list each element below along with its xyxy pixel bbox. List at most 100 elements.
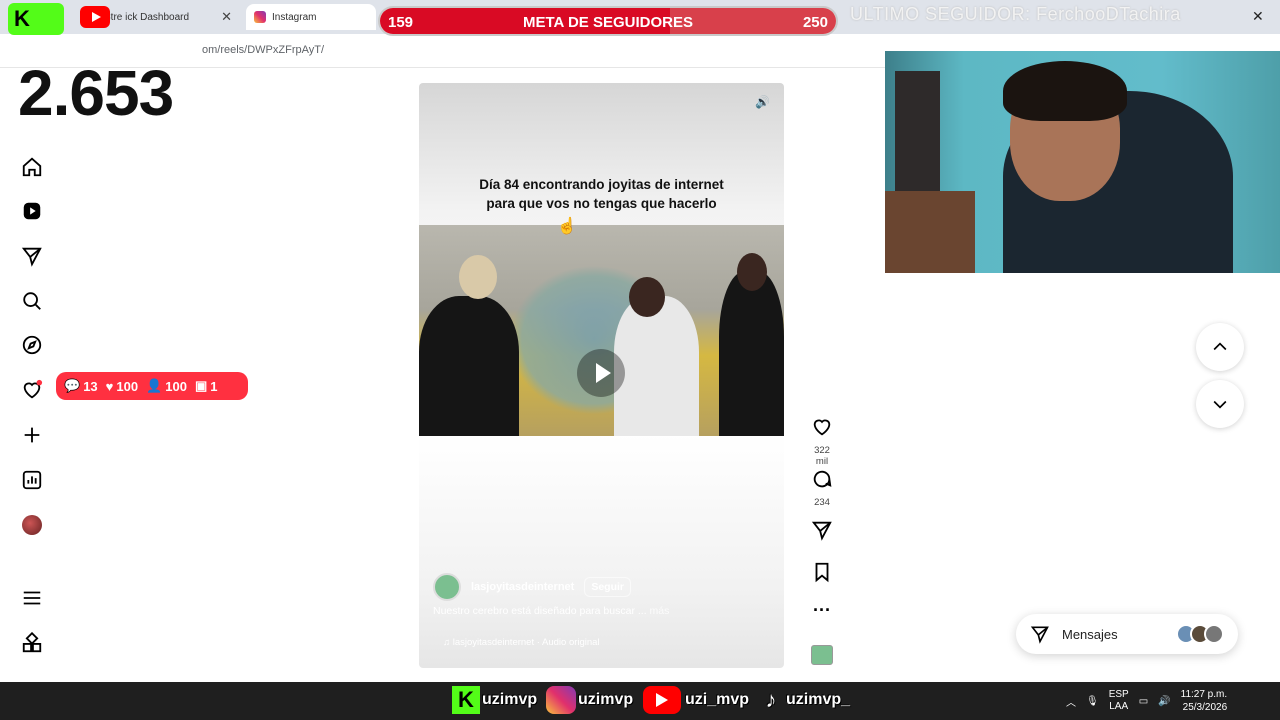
description-text: Nuestro cerebro está diseñado para busca…	[433, 605, 647, 617]
audio-thumbnail-image	[811, 645, 833, 665]
audio-thumbnail[interactable]	[808, 645, 836, 665]
reel-account: lasjoyitasdeinternet Seguir	[433, 573, 632, 601]
youtube-taskbar-icon[interactable]	[643, 686, 681, 714]
kick-username: uzimvp	[482, 691, 538, 708]
reels-icon[interactable]	[20, 199, 44, 223]
reel-caption: Día 84 encontrando joyitas de internet p…	[419, 175, 784, 213]
follow-count-value: 100	[165, 378, 187, 394]
follower-counter: 2.653	[18, 57, 174, 129]
save-button[interactable]	[808, 561, 836, 588]
window-close-icon[interactable]: ✕	[1252, 8, 1264, 25]
tiktok-username: uzimvp_	[786, 691, 851, 708]
person-left	[419, 296, 519, 436]
lang-code: ESP	[1108, 689, 1129, 700]
explore-icon[interactable]	[20, 333, 44, 357]
chevron-down-icon	[1213, 400, 1227, 409]
request-count-value: 1	[210, 378, 218, 394]
tiktok-taskbar-icon[interactable]: ♪	[758, 686, 784, 714]
kick-logo-icon: K	[8, 3, 64, 35]
lang-layout: LAA	[1109, 701, 1129, 712]
url-text[interactable]: om/reels/DWPxZFrpAyT/	[202, 44, 324, 56]
tab-dashboard-label: Stre ick Dashboard	[104, 11, 190, 23]
comment-button[interactable]: 234	[808, 468, 836, 508]
webcam-streamer-hair	[1003, 61, 1127, 121]
avatar	[22, 515, 42, 535]
like-count: ♥ 100	[105, 378, 139, 394]
comment-count-label: 234	[814, 497, 830, 508]
notification-popup[interactable]: 💬 13 ♥ 100 👤 100 ▣ 1	[56, 372, 248, 400]
caption-line-2: para que vos no tengas que hacerlo	[486, 196, 717, 211]
share-button[interactable]	[808, 519, 836, 546]
next-reel-button[interactable]	[1196, 380, 1244, 428]
reel-player[interactable]: 🔊 Día 84 encontrando joyitas de internet…	[419, 83, 784, 668]
home-icon[interactable]	[20, 155, 44, 179]
comment-count: 💬 13	[64, 378, 98, 394]
youtube-username: uzi_mvp	[685, 691, 750, 708]
chevron-up-icon[interactable]: ︿	[1066, 694, 1076, 709]
mouse-cursor-icon: ☝	[557, 218, 577, 235]
profile-avatar[interactable]	[20, 513, 44, 537]
create-icon[interactable]	[20, 423, 44, 447]
comment-icon	[813, 470, 832, 488]
network-icon[interactable]: ▭	[1139, 696, 1148, 707]
reel-video[interactable]	[419, 225, 784, 436]
person-left-head	[459, 255, 497, 299]
clock-date: 25/3/2026	[1182, 702, 1228, 713]
kick-taskbar-icon[interactable]: K	[452, 686, 480, 714]
clock-time: 11:27 p.m.	[1180, 689, 1228, 700]
system-tray: ︿ 🎙 ESP LAA ▭ 🔊 11:27 p.m. 25/3/2026	[1066, 688, 1227, 714]
more-link[interactable]: más	[650, 605, 670, 617]
send-icon	[1030, 626, 1049, 644]
last-follower-text: ULTIMO SEGUIDOR: FerchooDTachira	[850, 4, 1181, 24]
volume-icon[interactable]: 🔊	[755, 95, 770, 109]
follow-button[interactable]: Seguir	[584, 577, 632, 597]
language-indicator[interactable]: ESP LAA	[1109, 689, 1129, 713]
audio-label: lasjoyitasdeinternet · Audio original	[452, 637, 600, 648]
message-avatars	[1176, 624, 1224, 644]
messages-label: Mensajes	[1062, 626, 1118, 642]
messages-button[interactable]: Mensajes	[1016, 614, 1238, 654]
follower-goal-bar: 159 META DE SEGUIDORES 250	[378, 6, 838, 36]
person-center-head	[629, 277, 665, 317]
close-icon[interactable]: ✕	[221, 9, 232, 25]
like-count-label: 322 mil	[814, 445, 830, 467]
apps-icon[interactable]	[20, 631, 44, 655]
comment-count-value: 13	[83, 378, 98, 394]
dashboard-icon[interactable]	[20, 468, 44, 492]
tab-instagram[interactable]: Instagram	[246, 4, 376, 30]
goal-target: 250	[802, 14, 828, 31]
goal-title: META DE SEGUIDORES	[522, 14, 694, 31]
like-button[interactable]: 322 mil	[808, 416, 836, 467]
person-right-head	[737, 253, 767, 291]
messages-icon[interactable]	[20, 244, 44, 268]
account-name[interactable]: lasjoyitasdeinternet	[471, 581, 574, 593]
webcam-feed	[885, 51, 1280, 273]
bookmark-icon	[815, 562, 829, 583]
volume-icon[interactable]: 🔊	[1158, 696, 1170, 707]
previous-reel-button[interactable]	[1196, 323, 1244, 371]
person-right	[719, 271, 784, 436]
instagram-username: uzimvp	[578, 691, 634, 708]
microphone-icon[interactable]: 🎙	[1086, 696, 1099, 707]
notifications-icon[interactable]	[20, 378, 44, 402]
webcam-furniture	[885, 191, 975, 273]
tab-dashboard[interactable]: Stre ick Dashboard ✕	[40, 4, 240, 30]
heart-icon	[813, 419, 831, 436]
menu-icon[interactable]	[20, 586, 44, 610]
avatar	[1204, 624, 1224, 644]
instagram-icon	[254, 11, 266, 23]
caption-line-1: Día 84 encontrando joyitas de internet	[479, 177, 724, 192]
reel-description[interactable]: Nuestro cerebro está diseñado para busca…	[433, 605, 669, 617]
instagram-taskbar-icon[interactable]	[546, 686, 576, 714]
youtube-logo-icon	[80, 6, 110, 28]
account-avatar[interactable]	[433, 573, 461, 601]
more-options-icon[interactable]: ···	[808, 600, 836, 621]
play-icon[interactable]	[577, 349, 625, 397]
reel-audio[interactable]: ♫ lasjoyitasdeinternet · Audio original	[443, 637, 600, 648]
clock[interactable]: 11:27 p.m. 25/3/2026	[1181, 688, 1228, 714]
like-count-value: 100	[116, 378, 139, 394]
request-count: ▣ 1	[194, 378, 218, 394]
tab-instagram-label: Instagram	[272, 11, 317, 23]
chevron-up-icon	[1213, 342, 1227, 351]
search-icon[interactable]	[20, 289, 44, 313]
